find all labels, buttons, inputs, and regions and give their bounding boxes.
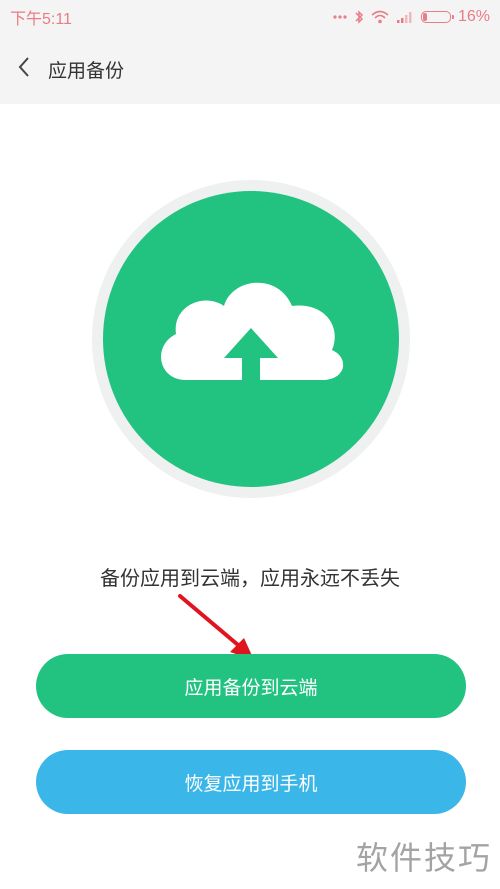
battery-icon (420, 11, 454, 23)
battery-fill (422, 13, 427, 21)
restore-to-phone-button[interactable]: 恢复应用到手机 (36, 750, 466, 814)
watermark-text: 软件技巧 (355, 839, 492, 877)
chevron-left-icon (17, 56, 31, 82)
dots-icon (333, 14, 347, 20)
status-time: 下午5:11 (10, 11, 72, 28)
battery-percent: 16% (457, 8, 490, 25)
back-button[interactable] (2, 34, 46, 104)
status-bar: 下午5:11 16% (0, 0, 500, 34)
bluetooth-icon (354, 9, 364, 25)
wifi-icon (371, 10, 389, 24)
cloud-upload-icon (146, 262, 356, 416)
backup-to-cloud-button[interactable]: 应用备份到云端 (36, 654, 466, 718)
page-title: 应用备份 (48, 59, 125, 82)
app-header: 应用备份 (0, 34, 500, 104)
status-icons: 16% (333, 8, 490, 26)
tagline: 备份应用到云端，应用永远不丢失 (100, 566, 400, 590)
signal-icon (396, 10, 414, 24)
hero-circle (103, 191, 399, 487)
